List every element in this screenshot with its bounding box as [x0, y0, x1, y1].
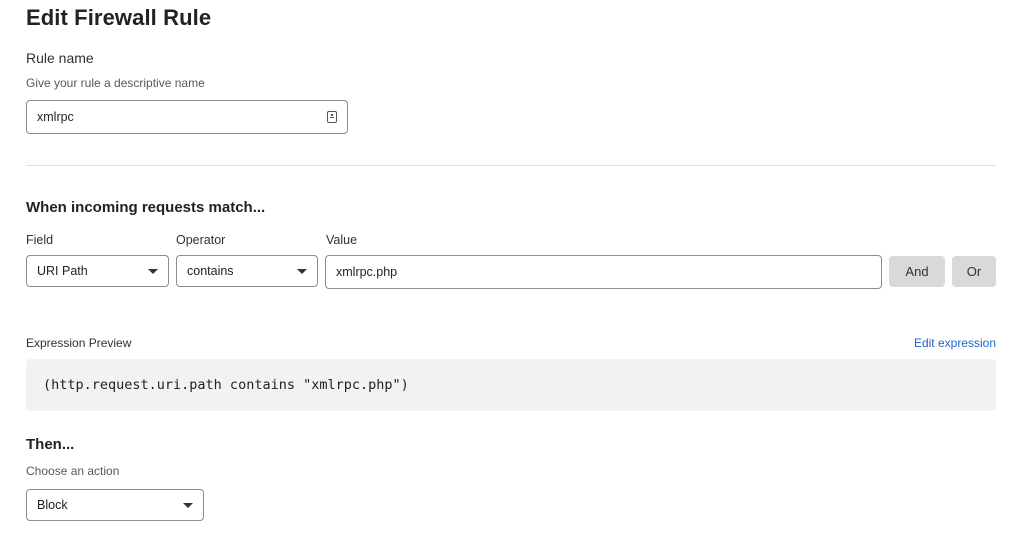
or-button[interactable]: Or [952, 256, 996, 287]
section-divider [26, 165, 996, 166]
action-select-value: Block [37, 498, 68, 512]
contact-card-icon [327, 111, 337, 123]
rule-name-hint: Give your rule a descriptive name [26, 76, 205, 90]
and-button[interactable]: And [889, 256, 945, 287]
action-hint: Choose an action [26, 464, 120, 478]
operator-select[interactable]: contains [176, 255, 318, 287]
operator-select-value: contains [187, 264, 234, 278]
chevron-down-icon [297, 268, 307, 274]
page-title: Edit Firewall Rule [26, 5, 212, 30]
value-input-text: xmlrpc.php [336, 265, 398, 279]
field-select[interactable]: URI Path [26, 255, 169, 287]
rule-name-label: Rule name [26, 50, 94, 66]
field-label: Field [26, 233, 54, 247]
value-label: Value [326, 233, 358, 247]
edit-expression-link[interactable]: Edit expression [914, 336, 996, 350]
then-section-title: Then... [26, 436, 75, 453]
expression-preview-box: (http.request.uri.path contains "xmlrpc.… [26, 359, 996, 411]
expression-code: (http.request.uri.path contains "xmlrpc.… [43, 377, 409, 393]
operator-label: Operator [176, 233, 226, 247]
field-select-value: URI Path [37, 264, 88, 278]
value-input[interactable]: xmlrpc.php [325, 255, 882, 289]
chevron-down-icon [183, 502, 193, 508]
match-section-title: When incoming requests match... [26, 199, 266, 216]
expression-preview-label: Expression Preview [26, 336, 132, 350]
rule-name-value: xmlrpc [37, 110, 74, 124]
action-select[interactable]: Block [26, 489, 204, 521]
rule-name-input[interactable]: xmlrpc [26, 100, 348, 134]
chevron-down-icon [148, 268, 158, 274]
